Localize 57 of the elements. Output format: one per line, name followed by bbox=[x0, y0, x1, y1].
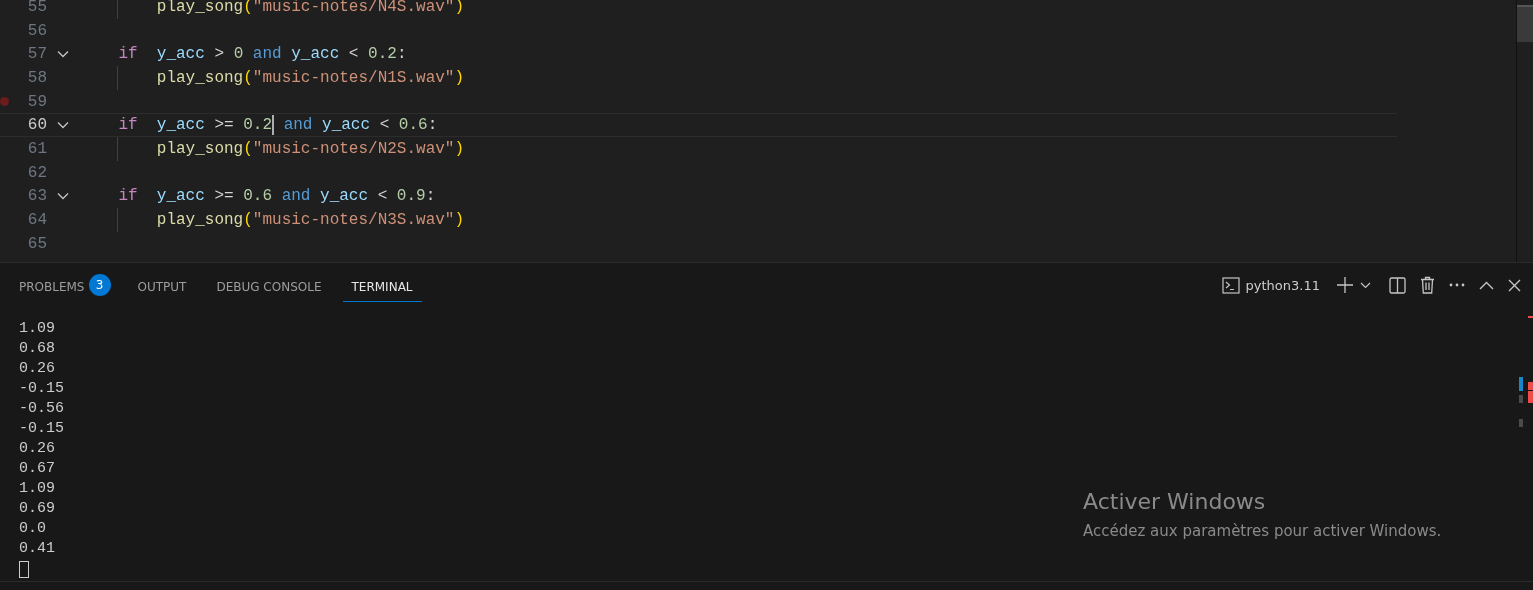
indent-guide bbox=[117, 0, 119, 19]
chevron-down-icon[interactable] bbox=[57, 50, 69, 59]
terminal-line: 0.68 bbox=[19, 339, 55, 359]
indent-guide bbox=[117, 66, 119, 90]
line-number: 63 bbox=[26, 187, 47, 206]
terminal-line: 0.69 bbox=[19, 499, 55, 519]
terminal-line: -0.15 bbox=[19, 379, 64, 399]
terminal-icon bbox=[1221, 276, 1240, 294]
terminal-line: -0.15 bbox=[19, 419, 64, 439]
line-number: 62 bbox=[26, 163, 47, 182]
terminal-line: 1.09 bbox=[19, 479, 55, 499]
terminal-line: -0.56 bbox=[19, 399, 64, 419]
indent-guide bbox=[117, 137, 119, 161]
line-number: 65 bbox=[26, 234, 47, 253]
code-line: play_song("music-notes/N2S.wav") bbox=[156, 139, 465, 158]
line-number: 59 bbox=[26, 92, 47, 111]
code-line: if y_acc >= 0.2 and y_acc < 0.6: bbox=[118, 115, 438, 136]
scrollbar-thumb[interactable] bbox=[1517, 5, 1533, 42]
chevron-down-icon[interactable] bbox=[57, 121, 69, 130]
breakpoint-dot[interactable] bbox=[0, 97, 9, 107]
code-line: play_song("music-notes/N3S.wav") bbox=[156, 211, 465, 230]
indent-guide bbox=[117, 208, 119, 232]
line-number: 58 bbox=[26, 68, 47, 87]
panel-tab[interactable]: DEBUG CONSOLE bbox=[207, 272, 331, 302]
code-line: if y_acc >= 0.6 and y_acc < 0.9: bbox=[118, 187, 436, 206]
terminal-line: 0.26 bbox=[19, 359, 55, 379]
count-badge: 3 bbox=[88, 274, 111, 296]
terminal-line: 0.0 bbox=[19, 519, 46, 539]
activation-title: Activer Windows bbox=[1083, 488, 1267, 516]
code-line: play_song("music-notes/N4S.wav") bbox=[156, 0, 465, 16]
chevron-down-icon[interactable] bbox=[57, 192, 69, 201]
terminal-line: 0.41 bbox=[19, 539, 55, 559]
panel-tab[interactable]: PROBLEMS bbox=[10, 272, 89, 302]
panel-tab[interactable]: OUTPUT bbox=[128, 272, 196, 302]
line-number: 57 bbox=[26, 45, 47, 64]
terminal-line: 1.09 bbox=[19, 319, 55, 339]
line-number: 64 bbox=[26, 211, 47, 230]
trash-icon[interactable] bbox=[1418, 274, 1437, 296]
code-line: play_song("music-notes/N1S.wav") bbox=[156, 68, 465, 87]
split-icon[interactable] bbox=[1387, 274, 1408, 296]
terminal-cursor bbox=[19, 561, 29, 578]
line-number: 55 bbox=[26, 0, 47, 16]
overview-ruler-mark bbox=[1528, 316, 1533, 318]
more-icon[interactable] bbox=[1447, 281, 1467, 289]
overview-ruler-mark bbox=[1519, 419, 1523, 427]
scrollbar[interactable] bbox=[1516, 0, 1533, 262]
line-number: 56 bbox=[26, 21, 47, 40]
panel-tab[interactable]: TERMINAL bbox=[342, 272, 422, 302]
terminal-line: 0.67 bbox=[19, 459, 55, 479]
line-number: 61 bbox=[26, 139, 47, 158]
overview-ruler-mark bbox=[1519, 377, 1523, 391]
terminal-selector[interactable]: python3.11 bbox=[1217, 274, 1324, 296]
add-icon[interactable] bbox=[1334, 274, 1356, 296]
terminal-line: 0.26 bbox=[19, 439, 55, 459]
activation-message: Accédez aux paramètres pour activer Windows. bbox=[1083, 521, 1442, 542]
code-line: if y_acc > 0 and y_acc < 0.2: bbox=[118, 45, 407, 64]
line-number: 60 bbox=[26, 116, 47, 135]
